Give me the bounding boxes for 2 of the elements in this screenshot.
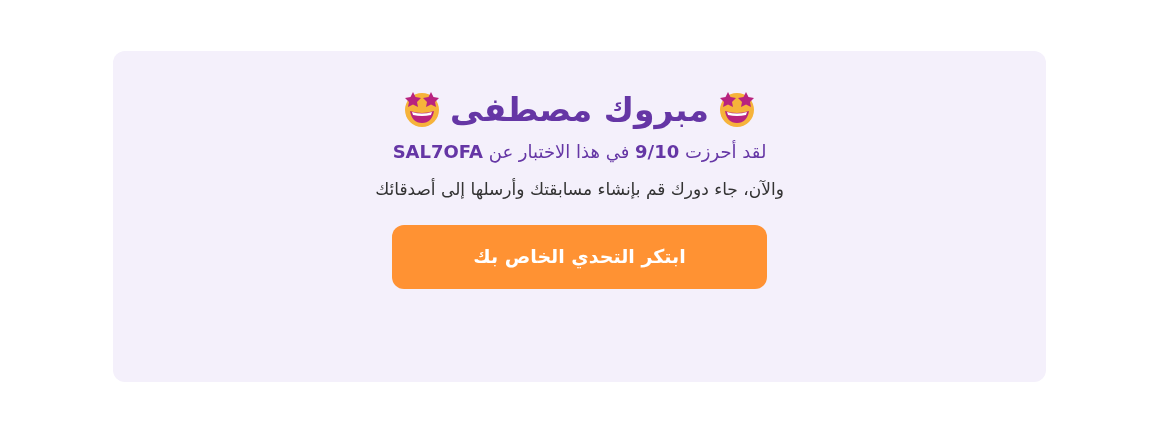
message-text: والآن، جاء دورك قم بإنشاء مسابقتك وأرسلها إلى أصدقائك [375,177,784,202]
create-challenge-button[interactable]: ابتكر التحدي الخاص بك [392,224,767,289]
